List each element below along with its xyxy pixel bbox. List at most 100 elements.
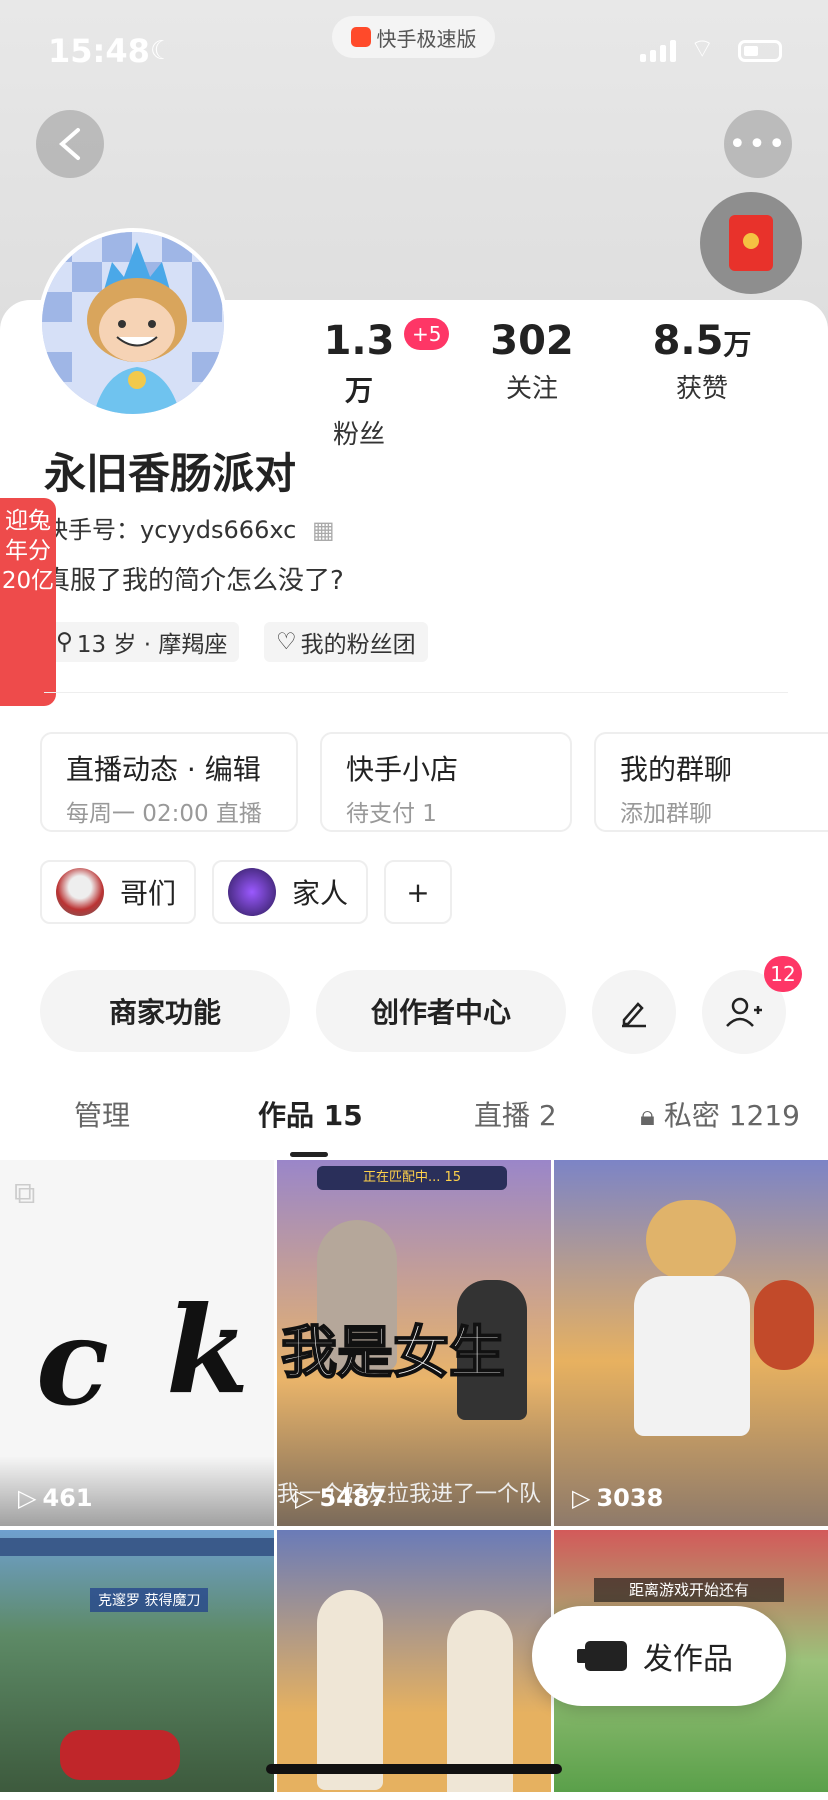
- play-icon: ▷: [572, 1484, 591, 1512]
- group-chat-title: 我的群聊: [620, 753, 733, 786]
- merchant-button[interactable]: 商家功能: [40, 970, 290, 1052]
- promo-side-banner[interactable]: 迎兔年分20亿: [0, 498, 56, 706]
- avatar-image: [42, 232, 224, 414]
- play-icon: ▷: [295, 1484, 314, 1512]
- thumb-text: k: [166, 1280, 250, 1421]
- countdown-banner: 距离游戏开始还有: [594, 1578, 784, 1602]
- video-thumb-4[interactable]: 克邃罗 获得魔刀: [0, 1530, 274, 1792]
- video-thumb-2[interactable]: 正在匹配中... 15 我是女生 我一个好友拉我进了一个队 ▷ 5487: [277, 1160, 551, 1526]
- kuaishou-id-text: 快手号：ycyyds666xc: [44, 516, 297, 544]
- stat-likes-label: 获赞: [675, 374, 728, 404]
- stat-likes[interactable]: 8.5万 获赞: [644, 318, 760, 405]
- group-chip-label: 家人: [292, 877, 349, 910]
- tab-works[interactable]: 作品 15: [258, 1094, 363, 1134]
- friend-request-count: 12: [764, 956, 802, 992]
- kuaishou-logo-icon: [350, 27, 371, 47]
- red-envelope-icon: [729, 215, 773, 271]
- character-head: [646, 1200, 736, 1280]
- fan-group-label: 我的粉丝团: [300, 632, 416, 658]
- edit-profile-button[interactable]: [592, 970, 676, 1054]
- qr-code-icon: ▦: [311, 516, 335, 544]
- age-tag-label: 13 岁 · 摩羯座: [76, 632, 228, 658]
- stat-fans[interactable]: 1.3 万 粉丝: [312, 318, 406, 451]
- profile-bio: 真服了我的简介怎么没了?: [44, 566, 344, 596]
- tab-private[interactable]: 🔒︎ 私密 1219: [640, 1094, 810, 1134]
- stat-following[interactable]: 302 关注: [480, 318, 584, 405]
- sausage-character: [317, 1590, 383, 1790]
- live-schedule-title: 直播动态 · 编辑: [66, 753, 261, 786]
- thumb-text: c: [36, 1292, 110, 1433]
- stat-fans-unit: 万: [344, 374, 373, 407]
- video-caption: 克邃罗 获得魔刀: [90, 1588, 209, 1612]
- publish-label: 发作品: [643, 1642, 733, 1677]
- group-avatar: [56, 868, 104, 916]
- camera-icon: [577, 1641, 627, 1671]
- group-chip-label: 哥们: [120, 877, 177, 910]
- live-schedule-card[interactable]: 直播动态 · 编辑 每周一 02:00 直播: [40, 732, 298, 832]
- stat-following-label: 关注: [505, 374, 558, 404]
- tab-live[interactable]: 直播 2: [474, 1094, 557, 1134]
- shop-sub: 待支付 1: [346, 801, 437, 827]
- character-body: [634, 1276, 750, 1436]
- fan-group-tag[interactable]: ♡ 我的粉丝团: [264, 622, 428, 662]
- video-thumb-3[interactable]: ▷ 3038: [554, 1160, 828, 1526]
- app-source-label: 快手极速版: [376, 26, 477, 51]
- status-bar: 15:48 ☾ 快手极速版 ⌔: [0, 0, 828, 100]
- play-count: ▷ 3038: [572, 1484, 664, 1512]
- tab-manage[interactable]: 管理: [74, 1094, 130, 1134]
- signal-icon: [640, 38, 676, 62]
- add-group-button[interactable]: +: [384, 860, 452, 924]
- more-dots-icon: •••: [728, 126, 788, 162]
- wifi-icon: ⌔: [690, 34, 715, 64]
- play-count: ▷ 461: [18, 1484, 93, 1512]
- moon-icon: ☾: [150, 36, 174, 66]
- battery-icon: [738, 40, 782, 62]
- shop-title: 快手小店: [346, 753, 459, 786]
- publish-button[interactable]: 发作品: [532, 1606, 786, 1706]
- group-chat-sub: 添加群聊: [620, 801, 712, 827]
- matching-banner: 正在匹配中... 15: [317, 1166, 507, 1190]
- app-source-pill[interactable]: 快手极速版: [332, 16, 495, 58]
- video-thumb-1[interactable]: ⧉ c k ▷ 461: [0, 1160, 274, 1526]
- status-time: 15:48: [48, 32, 150, 70]
- home-indicator: [266, 1764, 562, 1774]
- group-chip-bros[interactable]: 哥们: [40, 860, 196, 924]
- play-count: ▷ 5487: [295, 1484, 387, 1512]
- stat-likes-value: 8.5: [652, 318, 724, 364]
- play-icon: ▷: [18, 1484, 37, 1512]
- stat-fans-label: 粉丝: [332, 420, 385, 450]
- video-caption: 我是女生: [280, 1320, 506, 1387]
- group-avatar: [228, 868, 276, 916]
- video-thumb-5[interactable]: [277, 1530, 551, 1792]
- tab-private-label: 私密 1219: [663, 1099, 800, 1132]
- active-tab-indicator: [290, 1152, 328, 1157]
- image-post-icon: ⧉: [14, 1176, 36, 1211]
- more-button[interactable]: •••: [724, 110, 792, 178]
- creator-center-button[interactable]: 创作者中心: [316, 970, 566, 1052]
- fans-delta-badge: +5: [404, 318, 450, 350]
- red-packet-button[interactable]: [700, 192, 802, 294]
- stat-fans-value: 1.3: [323, 318, 395, 364]
- lock-icon: 🔒︎: [640, 1099, 655, 1132]
- pencil-icon: [622, 1002, 646, 1028]
- back-button[interactable]: [36, 110, 104, 178]
- group-chip-family[interactable]: 家人: [212, 860, 368, 924]
- kuaishou-id[interactable]: 快手号：ycyyds666xc ▦: [44, 510, 335, 545]
- live-schedule-sub: 每周一 02:00 直播: [66, 801, 262, 827]
- vehicle-figure: [60, 1730, 180, 1780]
- shop-card[interactable]: 快手小店 待支付 1: [320, 732, 572, 832]
- location-pin-icon: ⚲: [56, 629, 73, 655]
- heart-icon: ♡: [276, 629, 297, 655]
- stat-following-value: 302: [490, 318, 574, 364]
- add-user-icon: [726, 997, 762, 1027]
- compass-bar: [0, 1538, 274, 1556]
- dragon-figure: [754, 1280, 814, 1370]
- divider: [44, 692, 788, 693]
- avatar[interactable]: [38, 228, 228, 418]
- age-tag[interactable]: ⚲ 13 岁 · 摩羯座: [44, 622, 240, 662]
- profile-name: 永旧香肠派对: [44, 449, 297, 498]
- stat-likes-unit: 万: [723, 328, 752, 361]
- chevron-left-icon: [58, 128, 80, 160]
- group-chat-card[interactable]: 我的群聊 添加群聊: [594, 732, 828, 832]
- plus-icon: +: [406, 875, 430, 909]
